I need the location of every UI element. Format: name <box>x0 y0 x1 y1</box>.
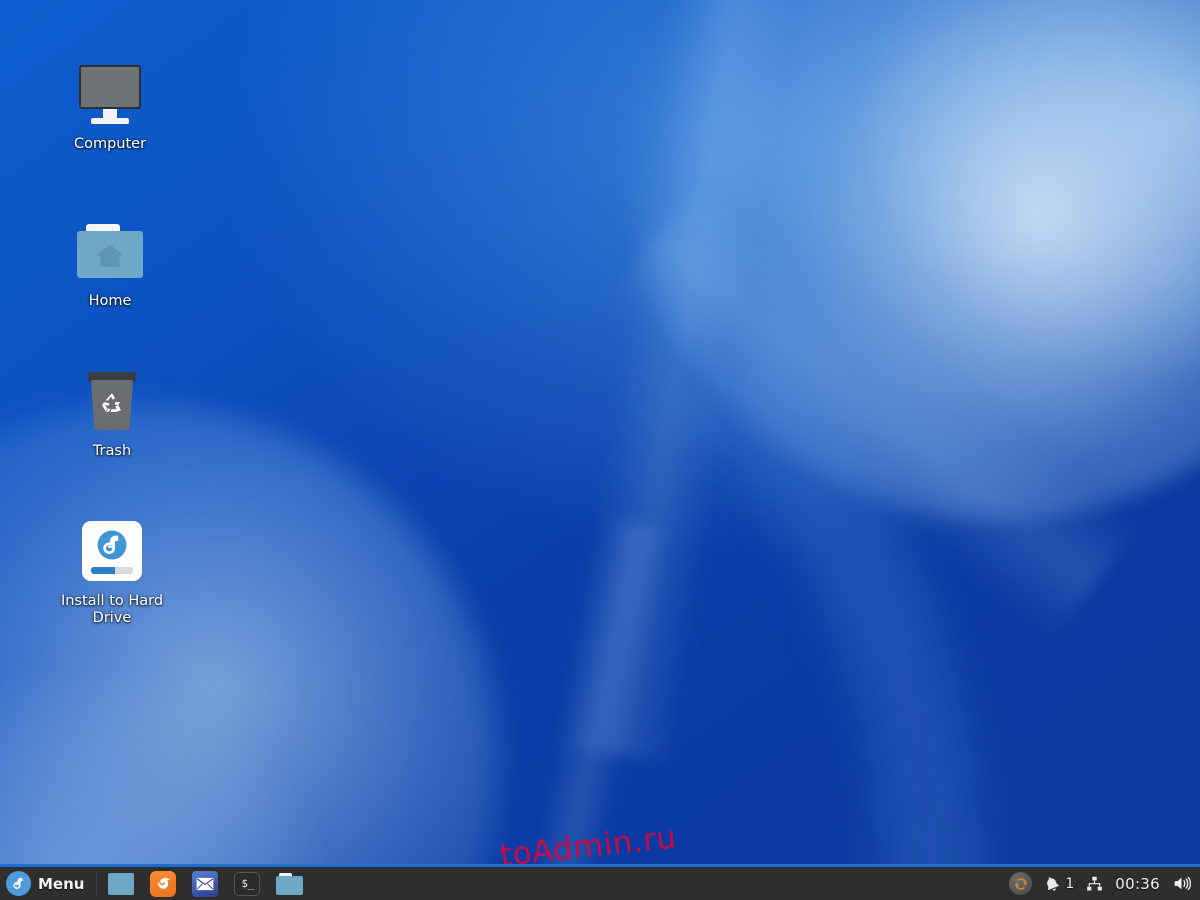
applications-menu-label: Menu <box>38 875 84 893</box>
software-update-icon <box>1009 872 1032 895</box>
desktop-icon-label: Home <box>40 293 180 310</box>
taskbar: Menu $_ <box>0 864 1200 900</box>
taskbar-separator <box>96 872 97 896</box>
speaker-icon <box>1171 874 1192 893</box>
notification-count: 1 <box>1065 876 1074 892</box>
network-icon <box>1085 875 1104 893</box>
desktop-icon-label: Computer <box>40 136 180 153</box>
desktop-icon-install-to-hard-drive[interactable]: Install to Hard Drive <box>42 515 182 627</box>
monitor-icon <box>40 58 180 130</box>
clock[interactable]: 00:36 <box>1115 875 1160 893</box>
desktop-icon-home[interactable]: Home <box>40 215 180 310</box>
desktop-icon-computer[interactable]: Computer <box>40 58 180 153</box>
launcher-firefox[interactable] <box>146 869 180 899</box>
fedora-logo-icon <box>6 871 31 896</box>
mail-envelope-icon <box>192 871 218 897</box>
desktop-icon-label: Install to Hard Drive <box>42 593 182 627</box>
bell-icon <box>1043 875 1061 893</box>
desktop-icon-label: Trash <box>42 443 182 460</box>
tray-software-update[interactable] <box>1009 872 1032 895</box>
launcher-terminal[interactable]: $_ <box>230 869 264 899</box>
home-folder-icon <box>40 215 180 287</box>
launcher-mail[interactable] <box>188 869 222 899</box>
desktop-icon-trash[interactable]: Trash <box>42 365 182 460</box>
taskbar-left-group: Menu $_ <box>0 867 310 900</box>
tray-network[interactable] <box>1085 875 1104 893</box>
firefox-icon <box>150 871 176 897</box>
folder-icon <box>276 873 303 895</box>
tray-notifications[interactable]: 1 <box>1043 875 1074 893</box>
window-tile-icon <box>108 873 134 895</box>
launcher-folder[interactable] <box>272 869 306 899</box>
fedora-installer-icon <box>42 515 182 587</box>
desktop-icon-layer: Computer Home <box>0 0 1200 864</box>
terminal-icon: $_ <box>234 872 260 896</box>
applications-menu-button[interactable]: Menu <box>0 867 93 900</box>
system-tray: 1 00:36 <box>1009 867 1200 900</box>
tray-volume[interactable] <box>1171 874 1192 893</box>
launcher-file-manager[interactable] <box>104 869 138 899</box>
install-progress-bar <box>91 567 133 574</box>
trash-icon <box>42 365 182 437</box>
